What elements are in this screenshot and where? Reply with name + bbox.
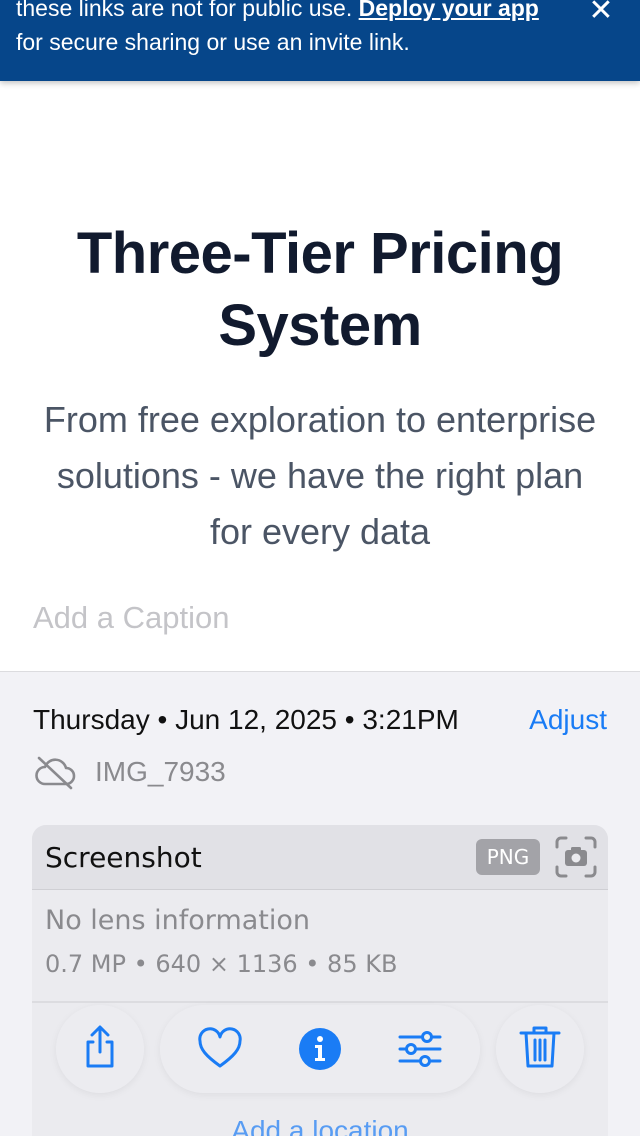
delete-button[interactable] xyxy=(496,1005,584,1093)
share-icon xyxy=(86,1025,114,1068)
notice-banner: these links are not for public use. Depl… xyxy=(0,0,640,81)
card-title: Screenshot xyxy=(45,841,202,874)
date-time-text: Thursday • Jun 12, 2025 • 3:21PM xyxy=(33,704,459,735)
add-location-button[interactable]: Add a location xyxy=(0,1115,640,1136)
card-header: Screenshot PNG xyxy=(32,825,608,890)
banner-text-suffix: for secure sharing or use an invite link… xyxy=(16,29,410,55)
format-badge: PNG xyxy=(476,839,540,875)
banner-text: these links are not for public use. Depl… xyxy=(16,0,556,59)
page-subtitle: From free exploration to enterprise solu… xyxy=(43,399,597,552)
toolbar-center-group xyxy=(160,1005,480,1093)
cloud-slash-icon xyxy=(35,756,76,790)
lens-info: No lens information xyxy=(45,905,311,936)
info-icon[interactable] xyxy=(298,1027,342,1071)
adjust-button[interactable]: Adjust xyxy=(529,704,607,736)
share-button[interactable] xyxy=(56,1005,144,1093)
file-name: IMG_7933 xyxy=(95,756,226,787)
photo-info-page: these links are not for public use. Depl… xyxy=(0,0,640,1136)
file-name-row: IMG_7933 xyxy=(33,752,226,792)
adjust-icon[interactable] xyxy=(398,1027,442,1071)
image-specs: 0.7 MP • 640 × 1136 • 85 KB xyxy=(45,950,398,978)
caption-field[interactable]: Add a Caption xyxy=(33,600,229,636)
card-divider xyxy=(32,1001,608,1003)
page-title: Three-Tier Pricing System xyxy=(76,221,564,358)
heart-icon[interactable] xyxy=(198,1027,242,1071)
camera-viewfinder-icon[interactable] xyxy=(554,835,598,879)
deploy-app-link[interactable]: Deploy your app xyxy=(359,0,539,21)
close-icon[interactable]: ✕ xyxy=(586,0,616,26)
trash-icon xyxy=(519,1026,561,1068)
banner-text-prefix: these links are not for public use. xyxy=(16,0,359,21)
